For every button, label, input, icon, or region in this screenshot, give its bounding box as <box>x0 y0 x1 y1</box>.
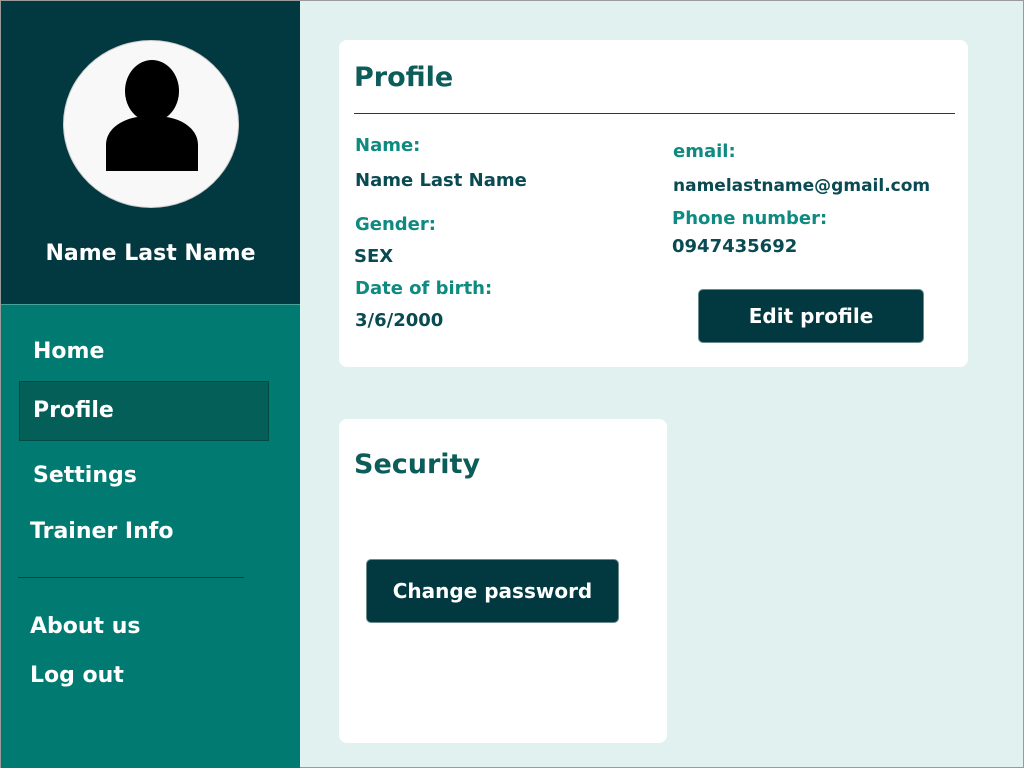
nav-home[interactable]: Home <box>33 339 104 364</box>
profile-card: Profile Name: Name Last Name Gender: SEX… <box>339 40 968 367</box>
nav-divider <box>18 577 244 578</box>
nav-trainer-info[interactable]: Trainer Info <box>30 519 173 544</box>
sidebar-header: Name Last Name <box>1 1 300 304</box>
security-title: Security <box>354 449 481 480</box>
gender-label: Gender: <box>355 214 436 235</box>
dob-value: 3/6/2000 <box>355 310 444 331</box>
sidebar-nav: Home Profile Settings Trainer Info About… <box>1 304 300 768</box>
nav-about-us[interactable]: About us <box>30 614 140 639</box>
dob-label: Date of birth: <box>355 278 493 299</box>
email-value: namelastname@gmail.com <box>673 176 931 196</box>
name-label: Name: <box>355 135 421 156</box>
phone-label: Phone number: <box>672 208 828 229</box>
sidebar: Name Last Name Home Profile Settings Tra… <box>1 1 300 768</box>
change-password-button[interactable]: Change password <box>366 559 619 623</box>
profile-title: Profile <box>354 62 454 93</box>
user-silhouette-icon <box>106 60 198 171</box>
name-value: Name Last Name <box>355 170 527 191</box>
nav-log-out[interactable]: Log out <box>30 663 124 688</box>
security-card: Security Change password <box>339 419 667 743</box>
edit-profile-button[interactable]: Edit profile <box>698 289 924 343</box>
sidebar-user-name: Name Last Name <box>45 241 256 266</box>
nav-settings[interactable]: Settings <box>33 463 137 488</box>
phone-value: 0947435692 <box>672 236 798 257</box>
email-label: email: <box>673 141 736 162</box>
avatar <box>63 40 239 208</box>
profile-title-divider <box>354 113 955 114</box>
nav-profile[interactable]: Profile <box>33 398 114 423</box>
gender-value: SEX <box>354 246 394 267</box>
